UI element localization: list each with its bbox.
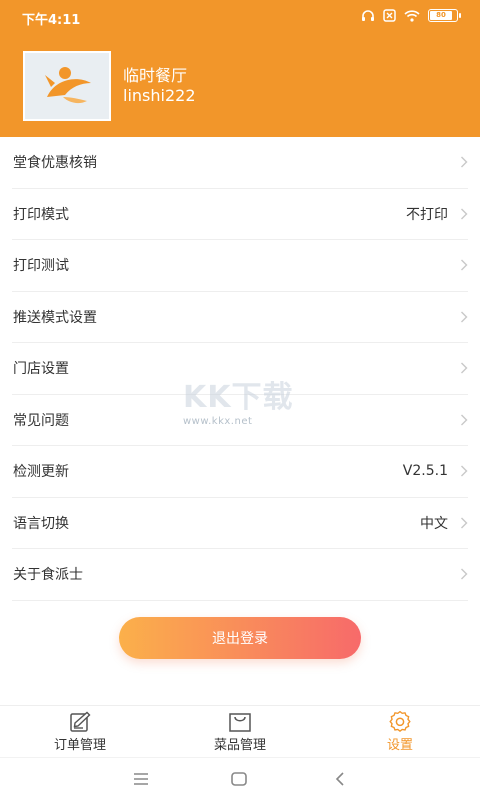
menu-item-language[interactable]: 语言切换 中文 [12,498,468,549]
menu-item-label: 打印模式 [13,206,69,223]
shop-name: 临时餐厅 [123,66,188,85]
menu-item-label: 语言切换 [13,515,69,532]
menu-item-label: 堂食优惠核销 [13,155,97,172]
shopping-bag-icon [229,713,251,732]
menu-item-push-settings[interactable]: 推送模式设置 [12,292,468,343]
tab-label: 设置 [386,738,413,753]
shop-logo-icon [25,53,109,119]
chevron-right-icon [461,311,468,323]
menu-item-label: 检测更新 [13,464,69,481]
settings-menu: 堂食优惠核销 打印模式 不打印 打印测试 推送模式设置 门店设置 常见问题 检测… [0,137,480,601]
chevron-right-icon [461,156,468,168]
tab-settings[interactable]: 设置 [320,706,480,757]
tab-orders[interactable]: 订单管理 [0,706,160,757]
menu-item-check-update[interactable]: 检测更新 V2.5.1 [12,446,468,498]
chevron-right-icon [461,568,468,580]
back-icon[interactable] [331,770,351,788]
menu-item-label: 推送模式设置 [13,309,97,326]
menu-item-label: 关于食派士 [13,567,83,584]
header: 下午4:11 80 临时餐厅 linshi222 [0,0,480,137]
chevron-right-icon [461,414,468,426]
menu-icon[interactable] [131,770,151,788]
chevron-right-icon [461,259,468,271]
menu-item-label: 门店设置 [13,361,69,378]
tab-label: 订单管理 [53,738,106,753]
tab-bar: 订单管理 菜品管理 设置 [0,705,480,757]
chevron-right-icon [461,362,468,374]
chevron-right-icon [461,465,468,477]
shop-account: linshi222 [123,86,196,105]
tab-dishes[interactable]: 菜品管理 [160,706,320,757]
avatar[interactable] [23,51,111,121]
logout-button[interactable]: 退出登录 [119,617,361,659]
chevron-right-icon [461,208,468,220]
status-bar: 下午4:11 80 [0,0,480,34]
menu-item-about[interactable]: 关于食派士 [12,549,468,601]
menu-item-print-mode[interactable]: 打印模式 不打印 [12,189,468,240]
menu-item-store-settings[interactable]: 门店设置 [12,343,468,395]
headphones-icon [362,10,374,21]
system-nav-bar [0,757,480,800]
menu-item-label: 打印测试 [13,258,69,275]
menu-item-print-test[interactable]: 打印测试 [12,240,468,292]
menu-item-value: V2.5.1 [402,463,448,480]
edit-icon [70,711,91,732]
battery-level: 80 [430,11,452,20]
menu-item-value: 不打印 [406,206,448,223]
status-icons: 80 [361,9,461,22]
wifi-icon [404,9,420,22]
menu-item-value: 中文 [420,515,448,532]
gear-icon [389,711,411,732]
menu-item-faq[interactable]: 常见问题 [12,395,468,446]
chevron-right-icon [461,517,468,529]
tab-label: 菜品管理 [213,738,266,753]
status-time: 下午4:11 [22,13,81,28]
menu-item-label: 常见问题 [13,412,69,429]
menu-item-dine-in-discount[interactable]: 堂食优惠核销 [12,137,468,189]
battery-icon: 80 [428,9,461,22]
sim-off-icon [383,9,396,22]
home-icon[interactable] [229,770,249,788]
